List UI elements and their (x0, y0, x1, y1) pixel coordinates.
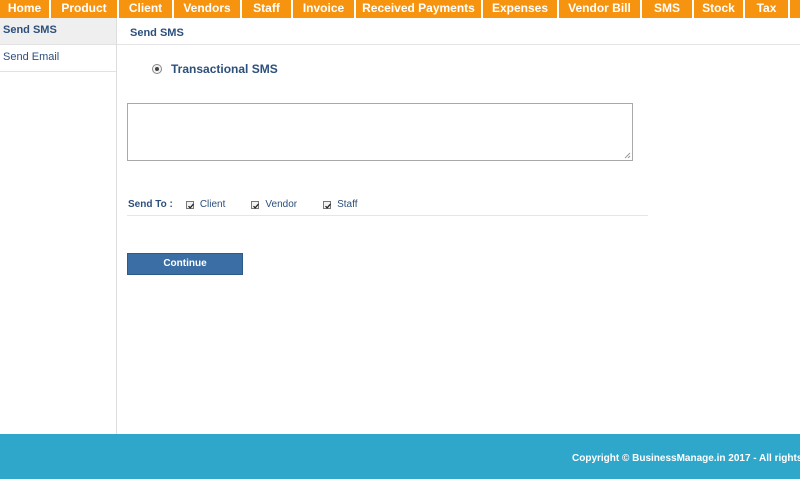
nav-item-received-payments[interactable]: Received Payments (356, 0, 483, 18)
checkmark-icon (187, 203, 194, 209)
nav-item-sms[interactable]: SMS (642, 0, 694, 18)
sms-message-textarea[interactable] (127, 103, 633, 161)
top-navigation-bar: Home Product Client Vendors Staff Invoic… (0, 0, 800, 18)
nav-item-client[interactable]: Client (119, 0, 174, 18)
checkmark-icon (325, 203, 332, 209)
nav-item-home[interactable]: Home (0, 0, 51, 18)
nav-item-vendor-bill[interactable]: Vendor Bill (559, 0, 642, 18)
page-title: Send SMS (130, 27, 184, 39)
send-to-label: Send To : (128, 199, 173, 210)
transactional-sms-radio[interactable] (152, 64, 162, 74)
nav-item-invoice[interactable]: Invoice (293, 0, 356, 18)
checkmark-icon (253, 203, 260, 209)
send-to-vendor[interactable]: Vendor (251, 199, 297, 210)
client-checkbox-label: Client (199, 199, 226, 210)
title-divider (117, 44, 800, 45)
send-to-row: Send To : Client Vendor Staff (128, 199, 383, 210)
continue-button[interactable]: Continue (127, 253, 243, 275)
nav-item-product[interactable]: Product (51, 0, 119, 18)
copyright-text: Copyright © BusinessManage.in 2017 - All… (572, 453, 800, 464)
staff-checkbox-label: Staff (337, 199, 358, 210)
radio-selected-dot (155, 67, 159, 71)
send-to-divider (127, 215, 648, 216)
staff-checkbox[interactable] (323, 200, 332, 209)
nav-item-expenses[interactable]: Expenses (483, 0, 559, 18)
sms-type-option[interactable]: Transactional SMS (152, 62, 278, 76)
main-content: Send SMS Transactional SMS Send To : Cli… (117, 18, 800, 434)
sidebar-item-send-email[interactable]: Send Email (0, 45, 116, 72)
nav-item-vendors[interactable]: Vendors (174, 0, 242, 18)
nav-item-stock[interactable]: Stock (694, 0, 745, 18)
nav-item-staff[interactable]: Staff (242, 0, 293, 18)
client-checkbox[interactable] (185, 200, 194, 209)
sidebar-item-send-sms[interactable]: Send SMS (0, 18, 116, 45)
vendor-checkbox-label: Vendor (265, 199, 298, 210)
send-to-staff[interactable]: Staff (323, 199, 357, 210)
vendor-checkbox[interactable] (251, 200, 260, 209)
resize-grip-icon[interactable] (624, 152, 631, 159)
send-to-client[interactable]: Client (185, 199, 226, 210)
nav-item-tax[interactable]: Tax (745, 0, 790, 18)
transactional-sms-label: Transactional SMS (171, 62, 278, 76)
sidebar: Send SMS Send Email (0, 18, 117, 434)
footer: Copyright © BusinessManage.in 2017 - All… (0, 434, 800, 479)
